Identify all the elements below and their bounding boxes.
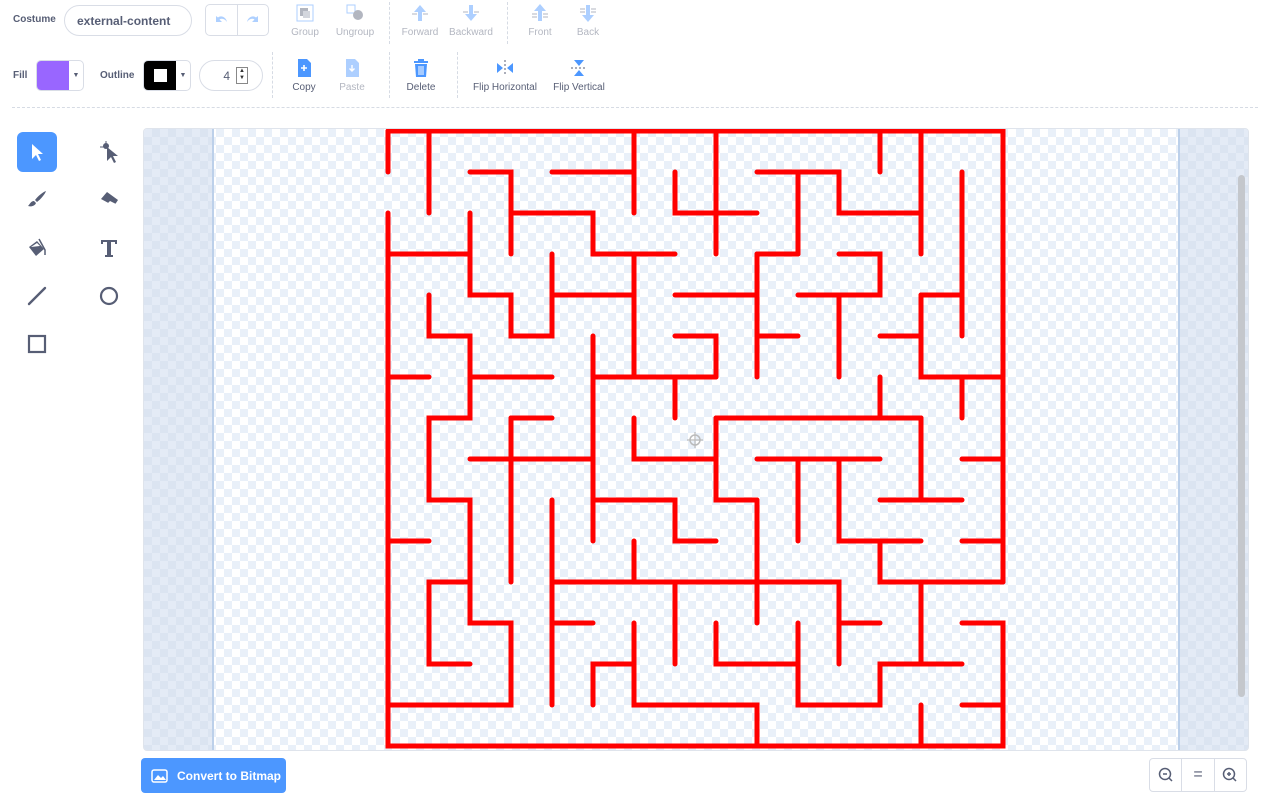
rectangle-icon <box>27 334 47 354</box>
flip-horizontal-label: Flip Horizontal <box>473 82 537 93</box>
maze-wall <box>754 169 924 216</box>
eraser-icon <box>101 192 118 207</box>
image-icon <box>151 768 168 783</box>
brush-tool[interactable] <box>17 180 57 220</box>
maze-wall <box>631 415 719 462</box>
flip-vertical-icon <box>571 60 587 76</box>
maze-wall <box>590 497 719 544</box>
convert-label: Convert to Bitmap <box>177 768 282 783</box>
eraser-tool[interactable] <box>89 180 129 220</box>
group-icon <box>296 4 314 22</box>
maze-wall <box>795 251 883 298</box>
chevron-down-icon: ▼ <box>72 72 80 79</box>
flip-horizontal-button[interactable]: Flip Horizontal <box>470 57 540 93</box>
outline-label: Outline <box>100 70 135 81</box>
delete-button[interactable]: Delete <box>386 57 456 93</box>
maze-wall <box>713 415 760 503</box>
maze-wall <box>385 129 1006 585</box>
circle-icon <box>99 286 119 306</box>
redo-icon <box>246 16 258 22</box>
text-icon <box>101 240 117 257</box>
copy-label: Copy <box>292 82 316 93</box>
maze-wall <box>467 169 678 257</box>
ungroup-icon <box>346 4 363 20</box>
maze-wall <box>385 292 514 708</box>
fill-color-picker[interactable]: ▼ <box>36 60 84 91</box>
convert-to-bitmap-button[interactable]: Convert to Bitmap <box>141 758 286 793</box>
zoom-in-icon <box>1223 767 1237 782</box>
maze-wall <box>631 620 760 749</box>
front-icon <box>532 4 548 21</box>
circle-tool[interactable] <box>89 276 129 316</box>
reshape-icon <box>100 141 118 163</box>
maze-wall <box>795 620 965 708</box>
arrow-cursor-icon <box>32 144 43 161</box>
flip-vertical-button[interactable]: Flip Vertical <box>544 57 614 93</box>
crosshair-icon <box>687 432 703 448</box>
undo-button[interactable] <box>206 5 238 35</box>
vertical-scrollbar[interactable] <box>1238 175 1245 697</box>
line-tool[interactable] <box>17 276 57 316</box>
front-label: Front <box>528 27 552 38</box>
flip-vertical-label: Flip Vertical <box>553 82 605 93</box>
costume-label: Costume <box>13 14 56 25</box>
spinner-icon[interactable]: ▲ ▼ <box>236 67 248 84</box>
back-icon <box>580 5 596 22</box>
backward-icon <box>463 5 479 21</box>
paint-canvas[interactable] <box>143 128 1249 751</box>
backward-button[interactable]: Backward <box>436 2 506 38</box>
undo-icon <box>216 16 228 22</box>
rectangle-tool[interactable] <box>17 324 57 364</box>
zoom-in-button[interactable] <box>1215 759 1246 791</box>
ungroup-button[interactable]: Ungroup <box>320 2 390 38</box>
zoom-out-icon <box>1158 767 1173 782</box>
maze-wall <box>877 538 1006 585</box>
backward-label: Backward <box>449 27 493 38</box>
forward-label: Forward <box>401 27 439 38</box>
redo-button[interactable] <box>238 5 269 35</box>
paint-bucket-icon <box>29 238 46 256</box>
paste-label: Paste <box>339 82 365 93</box>
outline-width-value: 4 <box>223 68 230 83</box>
zoom-out-button[interactable] <box>1150 759 1183 791</box>
outline-color-picker[interactable]: ▼ <box>143 60 191 91</box>
text-tool[interactable] <box>89 228 129 268</box>
trash-icon <box>414 59 428 77</box>
copy-icon <box>298 59 311 77</box>
outline-width-stepper[interactable]: 4 ▲ ▼ <box>199 60 263 91</box>
back-button[interactable]: Back <box>553 2 623 38</box>
maze-wall <box>426 579 473 667</box>
reshape-tool[interactable] <box>89 132 129 172</box>
maze-wall <box>672 333 719 380</box>
maze-wall <box>713 620 801 667</box>
brush-icon <box>28 191 46 207</box>
forward-icon <box>412 5 428 21</box>
costume-name-input[interactable] <box>64 5 192 36</box>
fill-swatch <box>37 61 69 90</box>
select-tool[interactable] <box>17 132 57 172</box>
outline-swatch <box>144 61 176 90</box>
zoom-reset-button[interactable]: = <box>1182 759 1215 791</box>
fill-label: Fill <box>13 70 28 81</box>
flip-horizontal-icon <box>497 60 513 76</box>
ungroup-label: Ungroup <box>335 27 375 38</box>
fill-tool[interactable] <box>17 228 57 268</box>
back-label: Back <box>576 27 600 38</box>
group-label: Group <box>291 27 319 38</box>
paste-icon <box>346 59 359 77</box>
maze-wall <box>590 661 637 708</box>
paste-button[interactable]: Paste <box>317 57 387 93</box>
chevron-down-icon: ▼ <box>179 72 187 79</box>
delete-label: Delete <box>406 82 436 93</box>
line-icon <box>27 286 47 306</box>
